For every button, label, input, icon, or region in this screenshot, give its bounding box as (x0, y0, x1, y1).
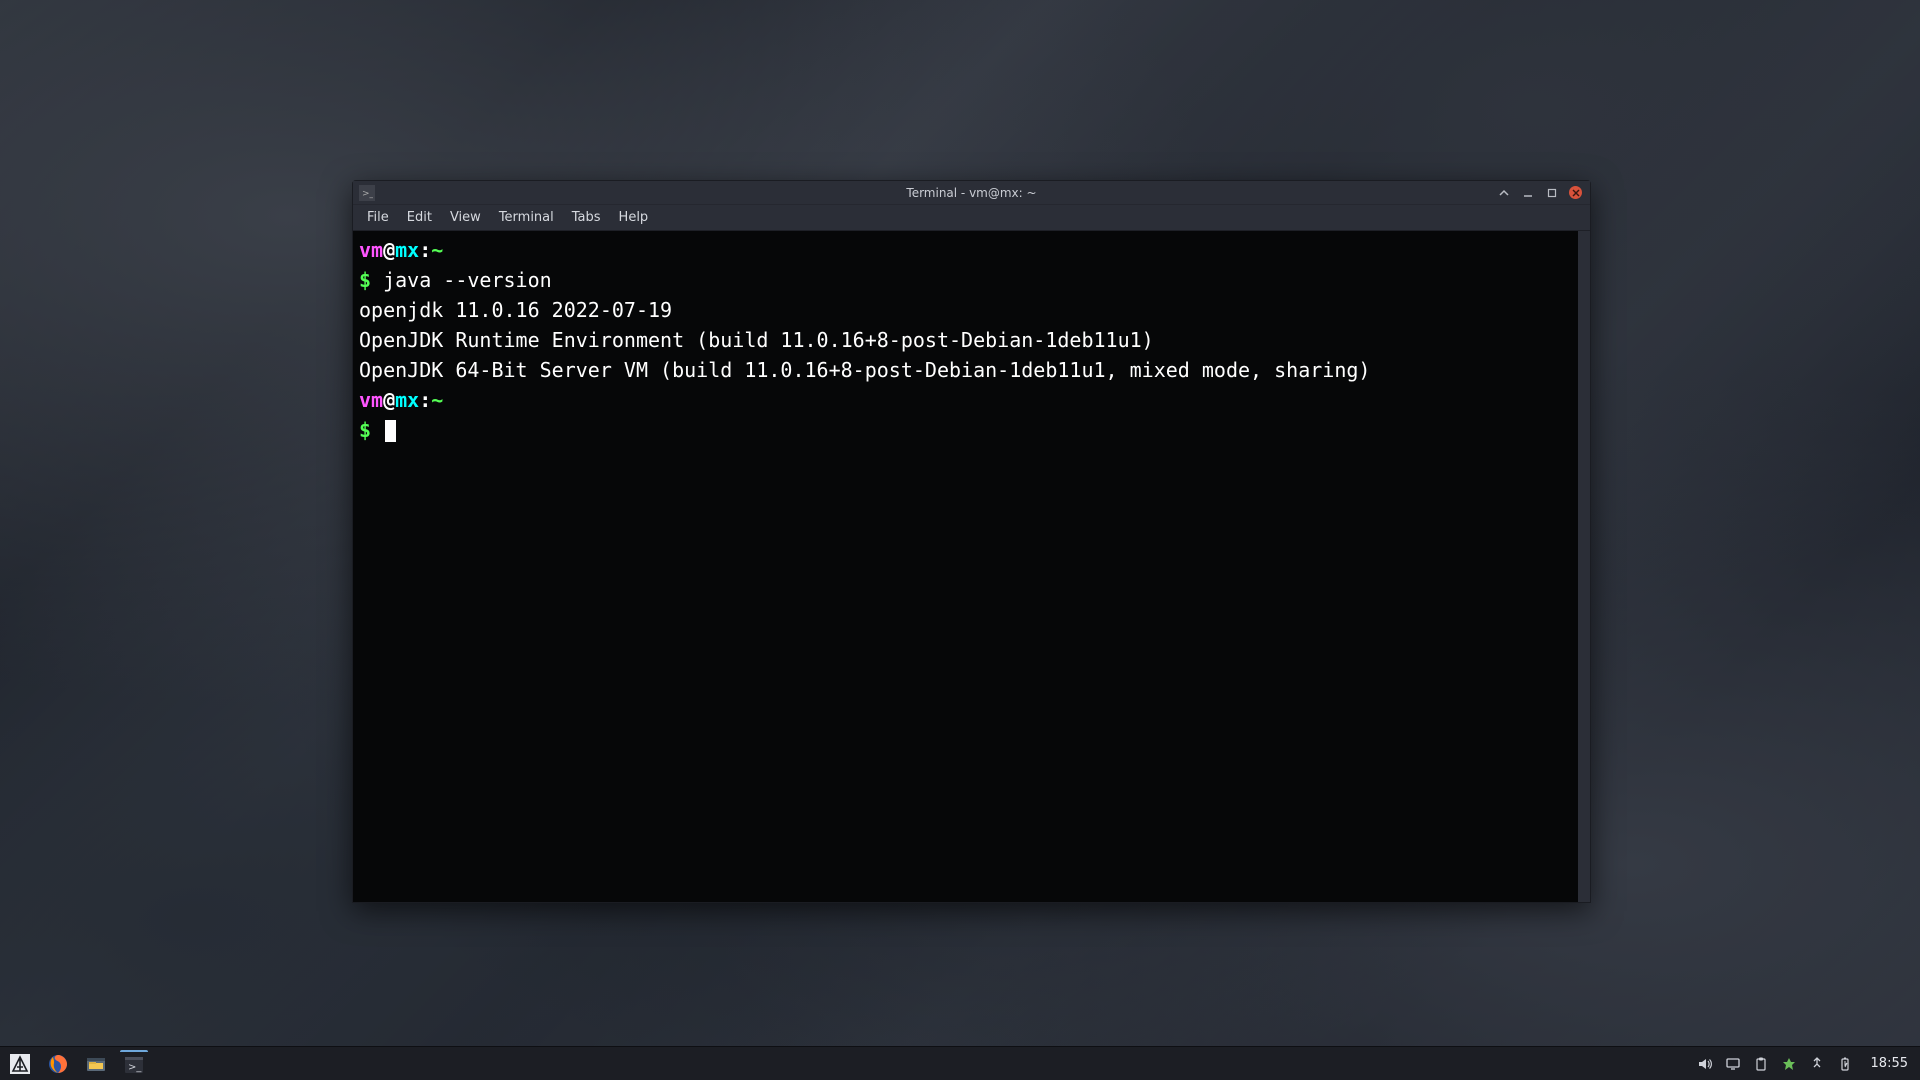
menubar: File Edit View Terminal Tabs Help (353, 205, 1590, 231)
prompt-path: ~ (431, 388, 443, 412)
menu-file[interactable]: File (359, 207, 397, 228)
window-maximize-button[interactable] (1545, 186, 1559, 200)
output-line-2: OpenJDK Runtime Environment (build 11.0.… (359, 325, 1584, 355)
prompt-line-1: vm@mx:~ (359, 235, 1584, 265)
output-line-3: OpenJDK 64-Bit Server VM (build 11.0.16+… (359, 355, 1584, 385)
window-shade-button[interactable] (1497, 186, 1511, 200)
prompt-user: vm (359, 388, 383, 412)
prompt-at: @ (383, 238, 395, 262)
prompt-colon: : (419, 388, 431, 412)
display-icon[interactable] (1725, 1056, 1741, 1072)
start-menu-button[interactable] (6, 1050, 34, 1078)
window-minimize-button[interactable] (1521, 186, 1535, 200)
prompt-path: ~ (431, 238, 443, 262)
prompt-dollar: $ (359, 268, 383, 292)
prompt-line-2: vm@mx:~ (359, 385, 1584, 415)
menu-terminal[interactable]: Terminal (491, 207, 562, 228)
prompt-host: mx (395, 388, 419, 412)
taskbar-terminal-icon[interactable]: >_ (120, 1050, 148, 1078)
mx-updater-icon[interactable] (1781, 1056, 1797, 1072)
command-text: java --version (383, 268, 552, 292)
firefox-icon[interactable] (44, 1050, 72, 1078)
prompt-user: vm (359, 238, 383, 262)
prompt-host: mx (395, 238, 419, 262)
svg-text:>_: >_ (128, 1062, 142, 1073)
terminal-window: >_ Terminal - vm@mx: ~ File Edit (352, 180, 1591, 903)
cursor (385, 420, 396, 442)
command-line-1: $ java --version (359, 265, 1584, 295)
network-icon[interactable] (1809, 1056, 1825, 1072)
taskbar-clock[interactable]: 18:55 (1865, 1056, 1914, 1071)
prompt-line-3: $ (359, 415, 1584, 445)
prompt-colon: : (419, 238, 431, 262)
system-tray: 18:55 (1697, 1056, 1914, 1072)
menu-tabs[interactable]: Tabs (564, 207, 609, 228)
svg-text:>_: >_ (362, 189, 373, 199)
clipboard-icon[interactable] (1753, 1056, 1769, 1072)
window-titlebar[interactable]: >_ Terminal - vm@mx: ~ (353, 181, 1590, 205)
power-icon[interactable] (1837, 1056, 1853, 1072)
prompt-at: @ (383, 388, 395, 412)
terminal-scrollbar[interactable] (1578, 231, 1590, 902)
desktop: >_ Terminal - vm@mx: ~ File Edit (0, 0, 1920, 1080)
terminal-app-icon: >_ (359, 185, 375, 201)
menu-help[interactable]: Help (611, 207, 657, 228)
volume-icon[interactable] (1697, 1056, 1713, 1072)
output-line-1: openjdk 11.0.16 2022-07-19 (359, 295, 1584, 325)
file-manager-icon[interactable] (82, 1050, 110, 1078)
menu-edit[interactable]: Edit (399, 207, 440, 228)
window-close-button[interactable] (1569, 186, 1582, 199)
window-title: Terminal - vm@mx: ~ (353, 186, 1590, 200)
terminal-body[interactable]: vm@mx:~ $ java --version openjdk 11.0.16… (353, 231, 1590, 902)
taskbar: >_ 18:55 (0, 1046, 1920, 1080)
prompt-dollar: $ (359, 418, 383, 442)
menu-view[interactable]: View (442, 207, 489, 228)
